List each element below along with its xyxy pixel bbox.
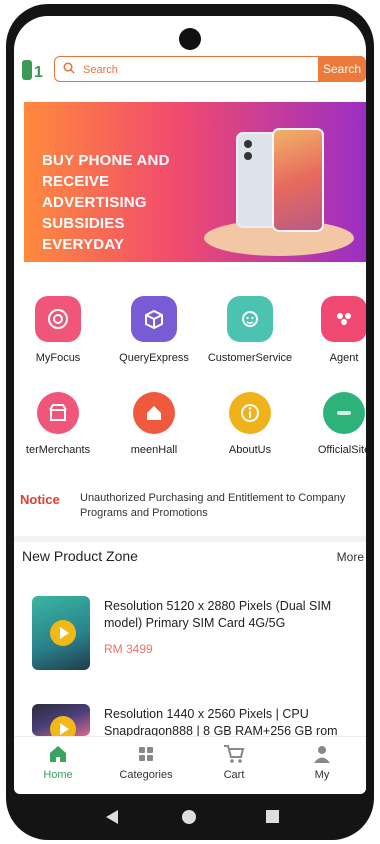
search-input[interactable] — [81, 60, 305, 80]
shortcut-label: AboutUs — [228, 444, 272, 456]
notice-text: Unauthorized Purchasing and Entitlement … — [80, 492, 346, 519]
home-icon — [18, 743, 98, 765]
product-title: Resolution 1440 x 2560 Pixels | CPU Snap… — [104, 707, 338, 738]
play-icon — [50, 620, 76, 646]
product-title: Resolution 5120 x 2880 Pixels (Dual SIM … — [104, 599, 332, 630]
package-icon — [131, 296, 177, 342]
cart-icon — [194, 743, 274, 765]
user-icon — [282, 743, 362, 765]
system-nav-bar — [14, 796, 366, 840]
tab-label: Categories — [119, 769, 173, 781]
play-icon — [50, 716, 76, 736]
shortcut-label: Agent — [329, 352, 359, 364]
shortcut-aboutus[interactable]: AboutUs — [202, 392, 298, 456]
headset-icon — [227, 296, 273, 342]
shortcut-customerservice[interactable]: CustomerService — [202, 296, 298, 364]
shortcut-meenhall[interactable]: meenHall — [106, 392, 202, 456]
product-thumbnail — [32, 596, 90, 670]
shortcut-officialsite[interactable]: OfficialSite — [296, 392, 366, 456]
banner-phone-front — [272, 128, 324, 232]
product-thumbnail — [32, 704, 90, 736]
shortcut-label: terMerchants — [25, 444, 91, 456]
tab-label: My — [314, 769, 330, 781]
promo-banner[interactable]: BUY PHONE AND RECEIVE ADVERTISING SUBSID… — [24, 102, 366, 262]
shortcut-termerchants[interactable]: terMerchants — [14, 392, 106, 456]
shortcut-agent[interactable]: Agent — [296, 296, 366, 364]
tab-label: Cart — [223, 769, 245, 781]
search-icon — [63, 62, 75, 74]
search-button[interactable]: Search — [318, 56, 366, 82]
shortcut-label: MyFocus — [35, 352, 81, 364]
shortcut-label: CustomerService — [207, 352, 293, 364]
bottom-tab-bar: Home Categories Cart My — [14, 736, 366, 794]
tab-cart[interactable]: Cart — [194, 743, 274, 781]
camera-notch — [179, 28, 201, 50]
group-icon — [321, 296, 366, 342]
website-icon — [323, 392, 365, 434]
phone-frame: 1 Search BUY PHONE AND RECEIVE ADVERTISI… — [6, 4, 374, 840]
app-logo: 1 — [20, 56, 48, 84]
search-bar-row: 1 Search — [14, 54, 366, 86]
banner-line: BUY PHONE AND RECEIVE — [42, 152, 170, 190]
product-price: RM 3499 — [104, 642, 153, 656]
shortcut-label: QueryExpress — [119, 352, 189, 364]
store-icon — [37, 392, 79, 434]
grid-icon — [106, 743, 186, 765]
tab-home[interactable]: Home — [18, 743, 98, 781]
notice-bar[interactable]: Notice Unauthorized Purchasing and Entit… — [20, 490, 366, 528]
banner-line: ADVERTISING SUBSIDIES — [42, 194, 147, 232]
app-screen: 1 Search BUY PHONE AND RECEIVE ADVERTISI… — [14, 16, 366, 794]
section-divider — [14, 536, 366, 542]
tab-label: Home — [43, 769, 73, 781]
back-icon[interactable] — [106, 810, 118, 824]
tab-categories[interactable]: Categories — [106, 743, 186, 781]
tab-my[interactable]: My — [282, 743, 362, 781]
shortcut-queryexpress[interactable]: QueryExpress — [106, 296, 202, 364]
home-button-icon[interactable] — [182, 810, 196, 824]
svg-text:1: 1 — [34, 64, 43, 81]
more-link[interactable]: More — [337, 550, 364, 564]
home-icon — [133, 392, 175, 434]
shortcut-label: meenHall — [130, 444, 178, 456]
shortcut-label: OfficialSite — [317, 444, 366, 456]
notice-tag: Notice — [20, 492, 60, 507]
section-title: New Product Zone — [22, 548, 138, 564]
target-icon — [35, 296, 81, 342]
search-box[interactable]: Search — [54, 56, 366, 82]
shortcut-myfocus[interactable]: MyFocus — [14, 296, 106, 364]
info-icon — [229, 392, 271, 434]
recent-apps-icon[interactable] — [266, 810, 279, 823]
